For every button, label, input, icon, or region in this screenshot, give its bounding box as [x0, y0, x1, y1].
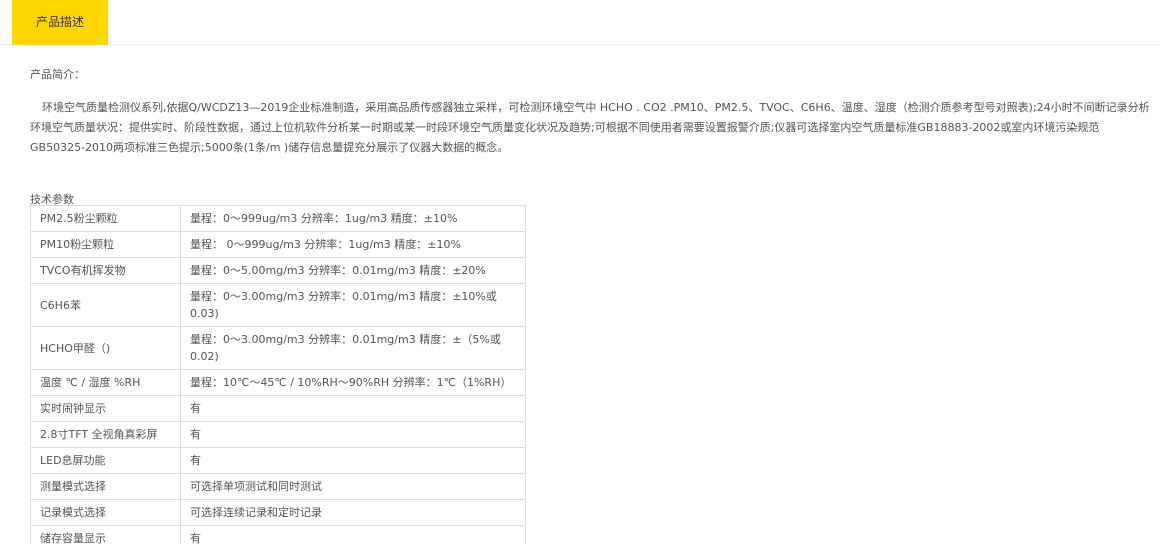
spec-name: 测量模式选择 — [30, 473, 181, 500]
spec-value: 量程：0～3.00mg/m3 分辨率：0.01mg/m3 精度：±10%或0.0… — [180, 283, 526, 327]
table-row: 储存容量显示 有 — [30, 525, 526, 544]
spec-value: 可选择单项测试和同时测试 — [180, 473, 526, 500]
table-row: LED息屏功能 有 — [30, 447, 526, 474]
spec-name: 记录模式选择 — [30, 499, 181, 526]
tab-product-description[interactable]: 产品描述 — [12, 0, 108, 45]
spec-value: 量程：0～5.00mg/m3 分辨率：0.01mg/m3 精度：±20% — [180, 257, 526, 284]
spec-name: PM10粉尘颗粒 — [30, 231, 181, 258]
table-row: 记录模式选择 可选择连续记录和定时记录 — [30, 499, 526, 526]
spec-value: 有 — [180, 421, 526, 448]
spec-value: 量程： 0～999ug/m3 分辨率：1ug/m3 精度：±10% — [180, 231, 526, 258]
spec-name: PM2.5粉尘颗粒 — [30, 205, 181, 232]
spec-value: 量程：0～999ug/m3 分辨率：1ug/m3 精度：±10% — [180, 205, 526, 232]
table-row: TVCO有机挥发物 量程：0～5.00mg/m3 分辨率：0.01mg/m3 精… — [30, 257, 526, 284]
spec-name: HCHO甲醛（) — [30, 326, 181, 370]
spec-name: 实时闹钟显示 — [30, 395, 181, 422]
table-row: 温度 ℃ / 湿度 %RH 量程：10℃～45℃ / 10%RH～90%RH 分… — [30, 369, 526, 396]
intro-heading: 产品简介： — [30, 68, 85, 81]
spec-value: 有 — [180, 447, 526, 474]
spec-value: 可选择连续记录和定时记录 — [180, 499, 526, 526]
table-row: PM10粉尘颗粒 量程： 0～999ug/m3 分辨率：1ug/m3 精度：±1… — [30, 231, 526, 258]
spec-value: 量程：10℃～45℃ / 10%RH～90%RH 分辨率：1℃（1%RH） — [180, 369, 526, 396]
spec-value: 量程：0～3.00mg/m3 分辨率：0.01mg/m3 精度：±（5%或0.0… — [180, 326, 526, 370]
spec-name: LED息屏功能 — [30, 447, 181, 474]
spec-value: 有 — [180, 525, 526, 544]
spec-name: 温度 ℃ / 湿度 %RH — [30, 369, 181, 396]
spec-value: 有 — [180, 395, 526, 422]
intro-paragraph: 环境空气质量检测仪系列,依据Q/WCDZ13—2019企业标准制造，采用高品质传… — [30, 101, 1150, 154]
table-row: 实时闹钟显示 有 — [30, 395, 526, 422]
table-row: HCHO甲醛（) 量程：0～3.00mg/m3 分辨率：0.01mg/m3 精度… — [30, 326, 526, 370]
tab-bar: 产品描述 — [0, 0, 1160, 45]
spec-name: 储存容量显示 — [30, 525, 181, 544]
table-row: PM2.5粉尘颗粒 量程：0～999ug/m3 分辨率：1ug/m3 精度：±1… — [30, 205, 526, 232]
spec-name: C6H6苯 — [30, 283, 181, 327]
table-row: 2.8寸TFT 全视角真彩屏 有 — [30, 421, 526, 448]
spec-name: TVCO有机挥发物 — [30, 257, 181, 284]
table-row: C6H6苯 量程：0～3.00mg/m3 分辨率：0.01mg/m3 精度：±1… — [30, 283, 526, 327]
specs-table: PM2.5粉尘颗粒 量程：0～999ug/m3 分辨率：1ug/m3 精度：±1… — [30, 205, 526, 544]
spec-name: 2.8寸TFT 全视角真彩屏 — [30, 421, 181, 448]
table-row: 测量模式选择 可选择单项测试和同时测试 — [30, 473, 526, 500]
